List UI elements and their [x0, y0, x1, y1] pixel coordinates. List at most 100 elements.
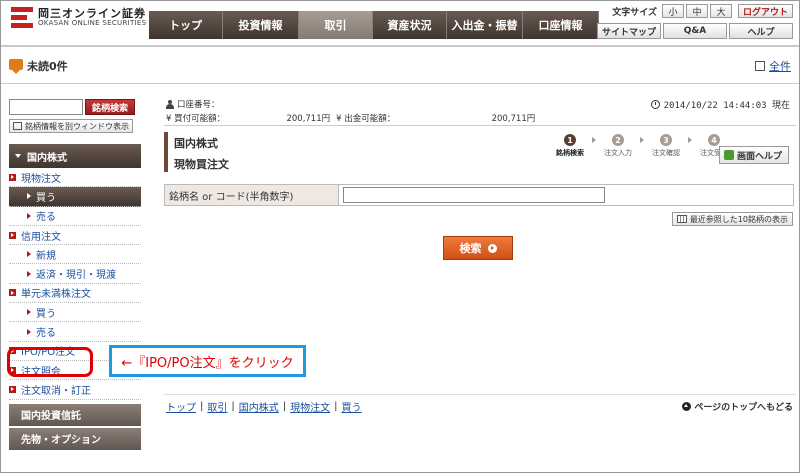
sidebar-item-label: 返済・現引・現渡: [36, 270, 116, 282]
account-number-label: 口座番号：: [177, 100, 220, 110]
sidebar-item-label: 買う: [36, 308, 56, 320]
step-order-input: 2 注文入力: [600, 134, 636, 158]
window-icon: [755, 61, 765, 71]
breadcrumb-separator: |: [200, 401, 204, 412]
nav-account-info[interactable]: 口座情報: [523, 11, 599, 39]
breadcrumb-separator: |: [282, 401, 287, 412]
section-investment-trust-label: 国内投資信託: [21, 411, 81, 423]
help-icon: [724, 150, 734, 160]
logo-en-text: OKASAN ONLINE SECURITIES: [38, 19, 147, 28]
sidebar-item-order-cancel[interactable]: 注文取消・訂正: [9, 380, 141, 400]
section-domestic-stocks-label: 国内株式: [27, 152, 67, 164]
all-messages-label[interactable]: 全件: [769, 58, 791, 74]
unread-count[interactable]: 未読0件: [27, 58, 68, 74]
buying-power-label: ¥ 買付可能額：: [166, 114, 226, 124]
breadcrumb-cash-order[interactable]: 現物注文: [290, 399, 330, 414]
qa-button[interactable]: Q&A: [663, 23, 727, 39]
message-icon: [9, 59, 23, 74]
font-size-small-button[interactable]: 小: [661, 4, 684, 18]
step-arrow-icon: [592, 137, 596, 143]
bullet-icon: [9, 231, 16, 239]
screen-help-label[interactable]: 画面ヘルプ: [737, 149, 782, 162]
step-number: 4: [708, 134, 720, 146]
sidebar-item-label: 注文取消・訂正: [21, 385, 91, 397]
page-top-link[interactable]: ページのトップへもどる: [682, 400, 793, 413]
breadcrumb-trade[interactable]: 取引: [207, 399, 227, 414]
window-icon: [13, 122, 22, 130]
bullet-icon: [9, 289, 16, 297]
ipo-highlight-frame: [7, 347, 93, 377]
order-steps: 1 銘柄検索 2 注文入力 3 注文確認 4 注文受付: [552, 134, 732, 158]
header-divider: [1, 45, 799, 47]
nav-top[interactable]: トップ: [149, 11, 223, 39]
sidebar-item-odd-lot-buy[interactable]: 買う: [9, 303, 141, 323]
sidebar-item-cash-buy[interactable]: 買う: [9, 187, 141, 207]
font-size-large-button[interactable]: 大: [709, 4, 732, 18]
step-number: 1: [564, 134, 576, 146]
breadcrumb-domestic-stocks[interactable]: 国内株式: [239, 399, 279, 414]
stock-query-input[interactable]: [343, 187, 605, 203]
sidebar-item-cash-order[interactable]: 現物注文: [9, 168, 141, 188]
sidebar-item-odd-lot-sell[interactable]: 売る: [9, 322, 141, 342]
breadcrumb-separator: |: [334, 401, 338, 412]
brand-logo[interactable]: 岡三オンライン証券 OKASAN ONLINE SECURITIES: [11, 7, 146, 29]
sidebar-item-label: 売る: [36, 212, 56, 224]
notice-divider: [1, 83, 799, 84]
separate-window-label[interactable]: 銘柄情報を別ウィンドウ表示: [25, 121, 129, 132]
breadcrumb-buy[interactable]: 買う: [342, 399, 362, 414]
summary-divider: [164, 125, 796, 126]
sidebar-item-margin-order[interactable]: 信用注文: [9, 226, 141, 246]
arrow-right-icon: [27, 309, 31, 316]
clock-icon: [650, 100, 660, 109]
sidebar-item-label: 売る: [36, 328, 56, 340]
nav-assets[interactable]: 資産状況: [373, 11, 447, 39]
withdrawable-label: ¥ 出金可能額：: [336, 114, 396, 124]
step-number: 3: [660, 134, 672, 146]
search-button-label[interactable]: 検索: [460, 240, 482, 256]
search-button[interactable]: 検索: [443, 236, 513, 260]
stock-query-row: 銘柄名 or コード(半角数字): [164, 184, 794, 206]
page-top-label[interactable]: ページのトップへもどる: [694, 400, 793, 413]
sidebar-item-cash-sell[interactable]: 売る: [9, 207, 141, 226]
sidebar: 銘柄検索 銘柄情報を別ウィンドウ表示 国内株式 現物注文 買う 売る 信用注文 …: [9, 99, 141, 450]
sidebar-item-margin-close[interactable]: 返済・現引・現渡: [9, 264, 141, 284]
sidebar-item-label: 単元未満株注文: [21, 289, 91, 301]
font-size-medium-button[interactable]: 中: [685, 4, 708, 18]
arrow-right-icon: [27, 251, 31, 258]
nav-investment-info[interactable]: 投資情報: [223, 11, 299, 39]
section-domestic-stocks[interactable]: 国内株式: [9, 144, 141, 168]
list-icon: [676, 215, 687, 223]
breadcrumb-separator: |: [231, 401, 235, 412]
step-arrow-icon: [688, 137, 692, 143]
sidebar-item-label: 買う: [36, 192, 56, 204]
recent-stocks-button[interactable]: 最近参照した10銘柄の表示: [671, 212, 793, 226]
section-investment-trust[interactable]: 国内投資信託: [9, 403, 141, 426]
sidebar-item-margin-new[interactable]: 新規: [9, 245, 141, 265]
arrow-right-icon: [27, 212, 31, 219]
utility-area: 文字サイズ 小 中 大 ログアウト サイトマップ Q&A ヘルプ: [593, 3, 793, 39]
help-link-button[interactable]: ヘルプ: [729, 23, 793, 39]
all-messages-link[interactable]: 全件: [755, 58, 791, 74]
step-label: 注文入力: [604, 149, 632, 157]
sidebar-item-label: 新規: [36, 250, 56, 262]
stock-query-label: 銘柄名 or コード(半角数字): [165, 185, 339, 205]
screen-help-button[interactable]: 画面ヘルプ: [719, 146, 789, 164]
sitemap-button[interactable]: サイトマップ: [597, 23, 661, 39]
stock-search-input[interactable]: [9, 99, 83, 115]
nav-trade[interactable]: 取引: [299, 11, 373, 39]
site-header: 岡三オンライン証券 OKASAN ONLINE SECURITIES トップ 投…: [1, 1, 799, 47]
logout-button[interactable]: ログアウト: [737, 4, 793, 18]
step-order-confirm: 3 注文確認: [648, 134, 684, 158]
sidebar-item-label: 現物注文: [21, 173, 61, 185]
recent-stocks-label[interactable]: 最近参照した10銘柄の表示: [690, 214, 788, 225]
current-datetime: 2014/10/22 14:44:03 現在: [650, 98, 790, 111]
separate-window-button[interactable]: 銘柄情報を別ウィンドウ表示: [9, 119, 133, 133]
nav-deposit-transfer[interactable]: 入出金・振替: [447, 11, 523, 39]
sidebar-item-odd-lot-order[interactable]: 単元未満株注文: [9, 284, 141, 304]
stock-search-button[interactable]: 銘柄検索: [85, 99, 135, 115]
breadcrumb-top[interactable]: トップ: [166, 399, 196, 414]
arrow-right-icon: [27, 270, 31, 277]
sidebar-item-label: 信用注文: [21, 231, 61, 243]
section-futures-options[interactable]: 先物・オプション: [9, 427, 141, 450]
step-label: 銘柄検索: [556, 149, 584, 157]
